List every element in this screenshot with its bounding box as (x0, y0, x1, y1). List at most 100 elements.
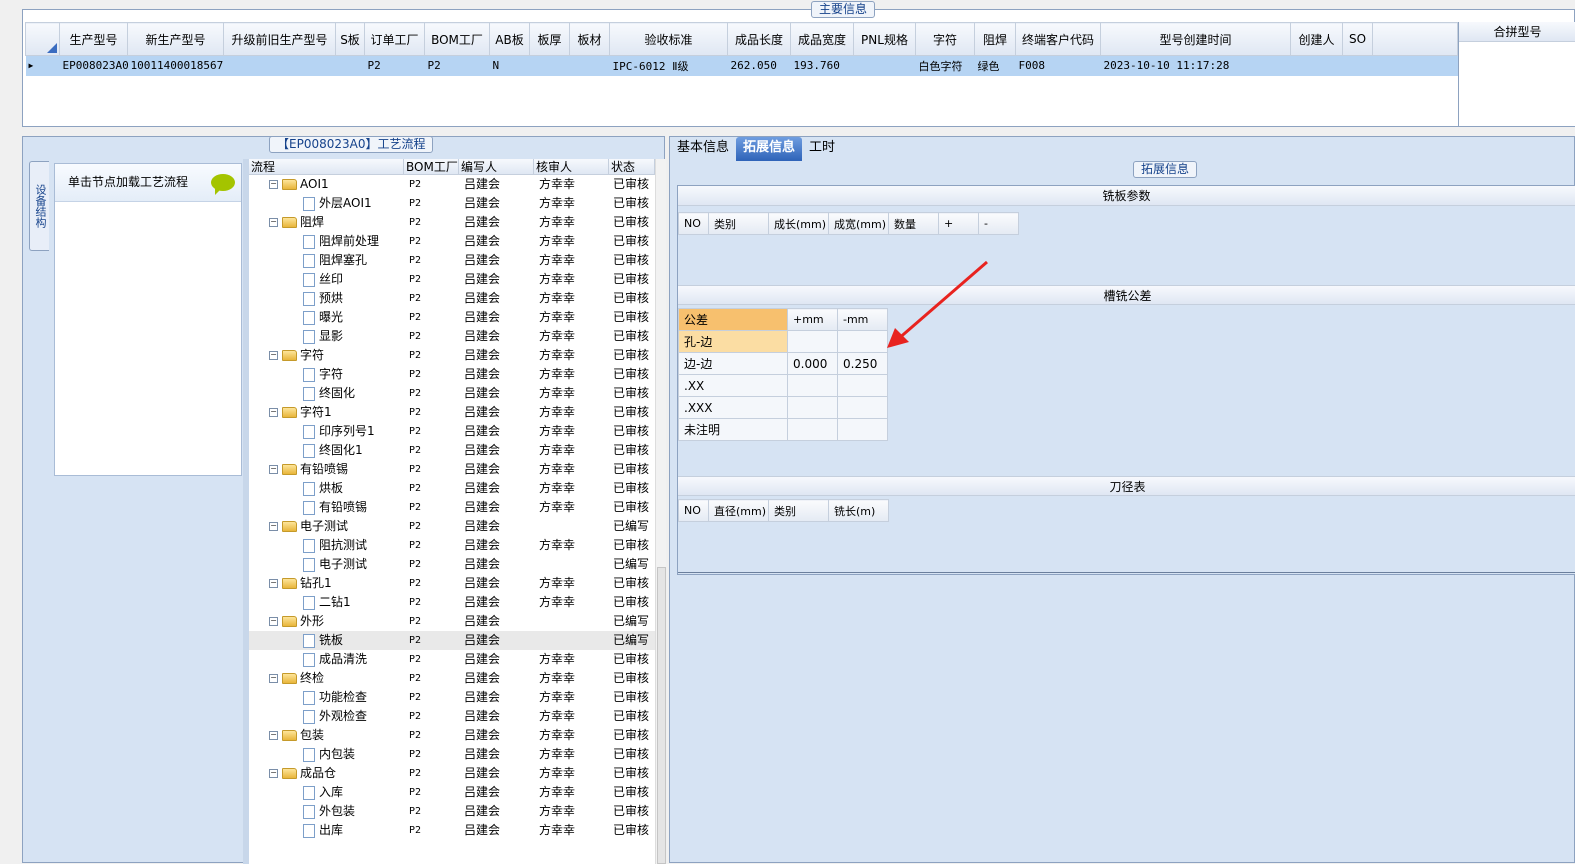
tree-node[interactable]: 外包装 (249, 802, 404, 821)
main-cell[interactable] (1290, 55, 1343, 76)
main-cell[interactable]: EP008023A0 (59, 55, 128, 76)
select-all-corner[interactable] (25, 22, 60, 56)
tree-col-header[interactable]: 状态 (609, 159, 655, 174)
tab-basic[interactable]: 基本信息 (670, 137, 736, 161)
main-col-header[interactable]: 升级前旧生产型号 (223, 22, 336, 56)
tree-row[interactable]: 成品清洗 P2 吕建会 方幸幸 已审核 (249, 650, 655, 669)
tree-row[interactable]: 有铅喷锡 P2 吕建会 方幸幸 已审核 (249, 498, 655, 517)
tree-node[interactable]: 烘板 (249, 479, 404, 498)
tree-node[interactable]: − 有铅喷锡 (249, 460, 404, 479)
tree-row[interactable]: 烘板 P2 吕建会 方幸幸 已审核 (249, 479, 655, 498)
tree-node[interactable]: 印序列号1 (249, 422, 404, 441)
tree-node[interactable]: 终固化1 (249, 441, 404, 460)
tab-extended[interactable]: 拓展信息 (736, 137, 803, 161)
tolerance-value-input[interactable] (837, 374, 888, 397)
tree-node[interactable]: 预烘 (249, 289, 404, 308)
main-cell[interactable] (223, 55, 336, 76)
tree-row[interactable]: 印序列号1 P2 吕建会 方幸幸 已审核 (249, 422, 655, 441)
tree-row[interactable]: − 字符1 P2 吕建会 方幸幸 已审核 (249, 403, 655, 422)
tree-node[interactable]: 阻焊塞孔 (249, 251, 404, 270)
main-cell[interactable] (335, 55, 365, 76)
tolerance-value-input[interactable] (837, 396, 888, 419)
tree-node[interactable]: 字符 (249, 365, 404, 384)
main-col-header[interactable]: AB板 (489, 22, 530, 56)
tree-row[interactable]: 内包装 P2 吕建会 方幸幸 已审核 (249, 745, 655, 764)
main-cell[interactable] (853, 55, 916, 76)
tree-row[interactable]: − 包装 P2 吕建会 方幸幸 已审核 (249, 726, 655, 745)
tolerance-value-input[interactable]: 0.000 (787, 352, 838, 375)
main-col-header[interactable]: 终端客户代码 (1015, 22, 1101, 56)
scrollbar-thumb[interactable] (657, 567, 666, 864)
tree-row[interactable]: − AOI1 P2 吕建会 方幸幸 已审核 (249, 175, 655, 194)
collapse-icon[interactable]: − (269, 617, 278, 626)
tree-row[interactable]: 电子测试 P2 吕建会 已编写 (249, 555, 655, 574)
tree-node[interactable]: 曝光 (249, 308, 404, 327)
tree-node[interactable]: 电子测试 (249, 555, 404, 574)
main-col-header[interactable]: SO (1342, 22, 1373, 56)
main-col-header[interactable]: 字符 (915, 22, 975, 56)
tree-col-header[interactable]: 核审人 (534, 159, 609, 174)
tree-row[interactable]: 外观检查 P2 吕建会 方幸幸 已审核 (249, 707, 655, 726)
tree-node[interactable]: − 字符 (249, 346, 404, 365)
tolerance-value-input[interactable]: 0.250 (837, 352, 888, 375)
tree-row[interactable]: 二钻1 P2 吕建会 方幸幸 已审核 (249, 593, 655, 612)
collapse-icon[interactable]: − (269, 351, 278, 360)
tree-row[interactable]: 丝印 P2 吕建会 方幸幸 已审核 (249, 270, 655, 289)
main-cell[interactable]: IPC-6012 Ⅱ级 (609, 55, 728, 76)
main-cell[interactable]: 2023-10-10 11:17:28 (1100, 55, 1291, 76)
main-cell[interactable]: N (489, 55, 530, 76)
tree-row[interactable]: 铣板 P2 吕建会 已编写 (249, 631, 655, 650)
main-cell[interactable]: 262.050 (727, 55, 791, 76)
collapse-icon[interactable]: − (269, 579, 278, 588)
tree-node[interactable]: 阻抗测试 (249, 536, 404, 555)
main-cell[interactable]: 193.760 (790, 55, 854, 76)
mill-col-header[interactable]: 成宽(mm) (828, 212, 889, 235)
tree-node[interactable]: − 终检 (249, 669, 404, 688)
main-col-header[interactable]: 验收标准 (609, 22, 728, 56)
cutter-col-header[interactable]: 类别 (768, 499, 829, 522)
main-col-header[interactable]: BOM工厂 (424, 22, 490, 56)
tree-node[interactable]: 有铅喷锡 (249, 498, 404, 517)
mill-col-header[interactable]: 类别 (708, 212, 769, 235)
tree-scrollbar[interactable] (655, 159, 666, 864)
tolerance-value-input[interactable] (837, 330, 888, 353)
tree-node[interactable]: 成品清洗 (249, 650, 404, 669)
main-cell[interactable]: 10011400018567 (127, 55, 224, 76)
tree-node[interactable]: 二钻1 (249, 593, 404, 612)
main-col-header[interactable]: 新生产型号 (127, 22, 224, 56)
tree-node[interactable]: 铣板 (249, 631, 404, 650)
collapse-icon[interactable]: − (269, 408, 278, 417)
tree-node[interactable]: 出库 (249, 821, 404, 840)
tree-row[interactable]: 功能检查 P2 吕建会 方幸幸 已审核 (249, 688, 655, 707)
main-col-header[interactable]: PNL规格 (853, 22, 916, 56)
collapse-icon[interactable]: − (269, 769, 278, 778)
tree-row[interactable]: − 电子测试 P2 吕建会 已编写 (249, 517, 655, 536)
mill-col-header[interactable]: + (938, 212, 979, 235)
main-col-header[interactable]: 成品长度 (727, 22, 791, 56)
main-col-header[interactable]: 板材 (569, 22, 610, 56)
tree-row[interactable]: 入库 P2 吕建会 方幸幸 已审核 (249, 783, 655, 802)
tree-row[interactable]: 外包装 P2 吕建会 方幸幸 已审核 (249, 802, 655, 821)
tree-row[interactable]: − 终检 P2 吕建会 方幸幸 已审核 (249, 669, 655, 688)
tree-node[interactable]: 外观检查 (249, 707, 404, 726)
collapse-icon[interactable]: − (269, 522, 278, 531)
tree-row[interactable]: 出库 P2 吕建会 方幸幸 已审核 (249, 821, 655, 840)
main-cell[interactable]: 白色字符 (915, 55, 975, 76)
tree-row[interactable]: − 外形 P2 吕建会 已编写 (249, 612, 655, 631)
cutter-col-header[interactable]: 铣长(m) (828, 499, 889, 522)
main-cell[interactable] (569, 55, 610, 76)
tree-node[interactable]: − 包装 (249, 726, 404, 745)
tree-node[interactable]: − 电子测试 (249, 517, 404, 536)
mill-col-header[interactable]: 数量 (888, 212, 939, 235)
tree-row[interactable]: 阻焊塞孔 P2 吕建会 方幸幸 已审核 (249, 251, 655, 270)
main-cell[interactable]: 绿色 (974, 55, 1016, 76)
main-cell[interactable]: P2 (424, 55, 490, 76)
main-cell[interactable] (529, 55, 570, 76)
mill-col-header[interactable]: NO (678, 212, 709, 235)
tree-node[interactable]: 外层AOI1 (249, 194, 404, 213)
main-cell[interactable] (1342, 55, 1373, 76)
tree-node[interactable]: 阻焊前处理 (249, 232, 404, 251)
collapse-icon[interactable]: − (269, 465, 278, 474)
tree-row[interactable]: 预烘 P2 吕建会 方幸幸 已审核 (249, 289, 655, 308)
main-col-header[interactable]: 订单工厂 (364, 22, 425, 56)
